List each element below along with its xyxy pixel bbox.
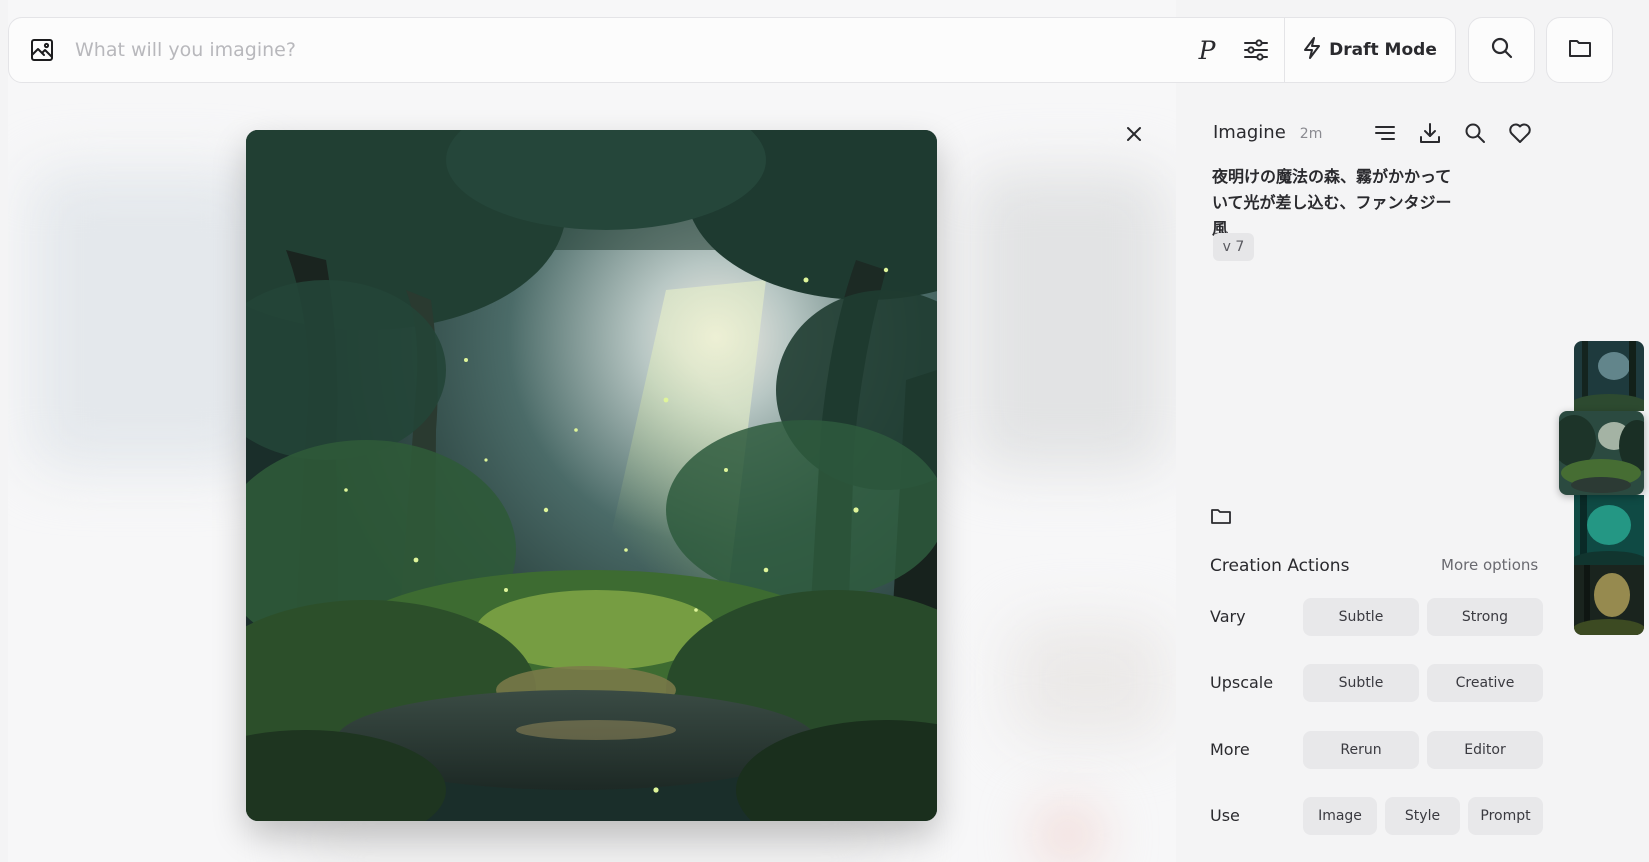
sliders-icon[interactable] [1228,18,1284,82]
job-type-label: Imagine [1213,122,1286,143]
use-image-button[interactable]: Image [1303,797,1377,835]
upscale-label: Upscale [1210,673,1274,692]
search-button[interactable] [1468,17,1535,83]
version-badge: v 7 [1213,233,1254,261]
upscale-creative-button[interactable]: Creative [1427,664,1543,702]
search-icon [1490,36,1514,64]
use-label: Use [1210,806,1240,825]
editor-button[interactable]: Editor [1427,731,1543,769]
rerun-button[interactable]: Rerun [1303,731,1419,769]
blurred-image [1038,810,1098,860]
thumbnail-3[interactable] [1574,495,1644,565]
creation-actions-title: Creation Actions [1210,556,1350,576]
use-prompt-button[interactable]: Prompt [1468,797,1543,835]
thumbnail-1[interactable] [1574,341,1644,411]
vary-label: Vary [1210,607,1246,626]
close-icon[interactable] [1120,120,1148,148]
list-icon[interactable] [1372,120,1397,145]
search-icon[interactable] [1462,120,1487,145]
more-options-link[interactable]: More options [1441,556,1538,574]
folder-icon[interactable] [1210,506,1234,528]
image-icon[interactable] [9,18,75,82]
heart-icon[interactable] [1507,120,1532,145]
upscale-subtle-button[interactable]: Subtle [1303,664,1419,702]
blurred-image [968,170,1168,470]
blurred-image [298,820,898,860]
vary-strong-button[interactable]: Strong [1427,598,1543,636]
lightning-icon [1303,36,1321,64]
vary-subtle-button[interactable]: Subtle [1303,598,1419,636]
blurred-image [28,170,268,470]
personalize-button[interactable]: P [1186,18,1228,82]
job-prompt[interactable]: 夜明けの魔法の森、霧がかかっていて光が差し込む、ファンタジー風 [1212,164,1462,242]
thumbnail-2-selected[interactable] [1559,411,1644,495]
more-label: More [1210,740,1250,759]
job-time: 2m [1299,126,1323,142]
panel-header: Imagine 2m [1213,122,1322,143]
prompt-bar: P Draft Mode [8,17,1456,83]
panel-header-actions [1372,120,1532,145]
folder-icon [1568,37,1592,63]
thumbnail-4[interactable] [1574,565,1644,635]
draft-mode-label: Draft Mode [1329,40,1437,60]
generated-image[interactable] [246,130,937,821]
use-style-button[interactable]: Style [1385,797,1460,835]
draft-mode-button[interactable]: Draft Mode [1285,18,1455,82]
download-icon[interactable] [1417,120,1442,145]
prompt-input[interactable] [75,39,1186,61]
blurred-image [1008,620,1168,740]
folder-button[interactable] [1546,17,1613,83]
